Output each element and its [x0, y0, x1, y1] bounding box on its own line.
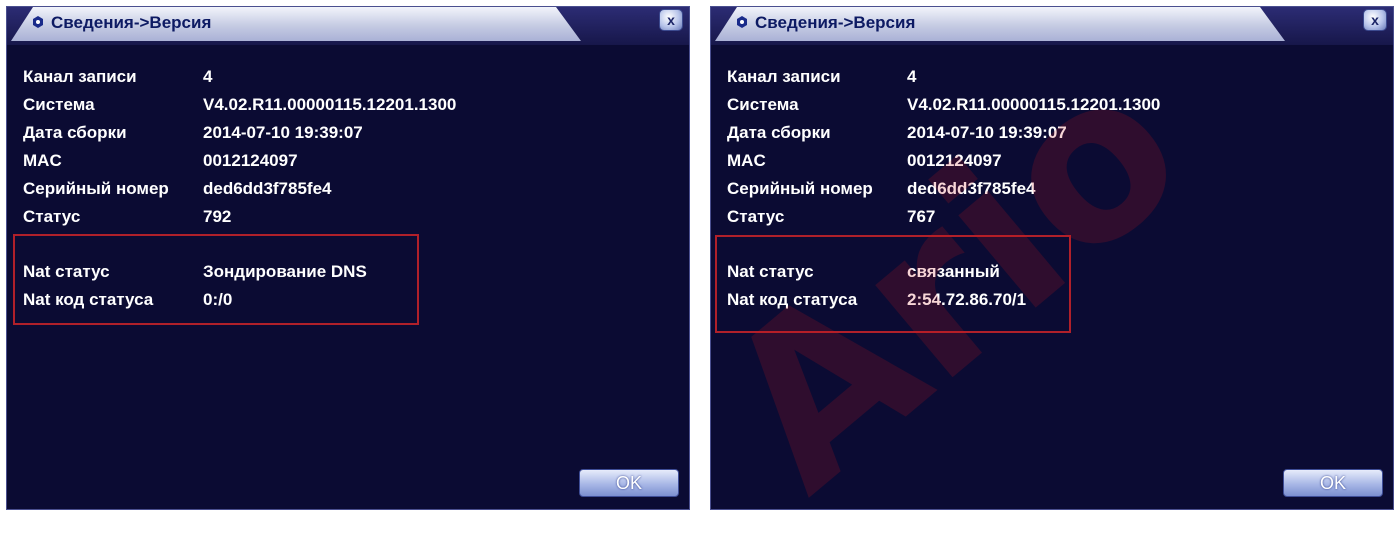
nat-label: Nat код статуса [727, 290, 858, 309]
info-label: Канал записи [23, 67, 137, 86]
info-icon [33, 16, 43, 28]
dialog-title: Сведения->Версия [755, 13, 916, 32]
nat-value: Зондирование DNS [203, 262, 367, 281]
info-label: Серийный номер [727, 179, 873, 198]
version-dialog-left: Сведения->Версия x Канал записи 4 Систем… [6, 6, 690, 510]
title-tab: Сведения->Версия [11, 7, 581, 41]
info-label: Серийный номер [23, 179, 169, 198]
info-label: Система [23, 95, 95, 114]
info-label: Система [727, 95, 799, 114]
dialog-titlebar: Сведения->Версия x [7, 7, 689, 45]
info-label: Канал записи [727, 67, 841, 86]
close-button[interactable]: x [659, 9, 683, 31]
nat-highlight-frame [715, 235, 1071, 333]
info-value: ded6dd3f785fe4 [907, 179, 1036, 198]
ok-button[interactable]: OK [579, 469, 679, 497]
nat-label: Nat код статуса [23, 290, 154, 309]
nat-label: Nat статус [23, 262, 110, 281]
ok-button[interactable]: OK [1283, 469, 1383, 497]
info-value: 2014-07-10 19:39:07 [203, 123, 363, 142]
close-button[interactable]: x [1363, 9, 1387, 31]
info-value: 792 [203, 207, 232, 226]
info-label: MAC [23, 151, 62, 170]
info-value: 767 [907, 207, 936, 226]
info-label: Статус [727, 207, 785, 226]
info-label: MAC [727, 151, 766, 170]
info-value: V4.02.R11.00000115.12201.1300 [203, 95, 457, 114]
info-icon [737, 16, 747, 28]
version-dialog-right: Сведения->Версия x Канал записи 4 Систем… [710, 6, 1394, 510]
info-value: V4.02.R11.00000115.12201.1300 [907, 95, 1161, 114]
nat-value: 0:/0 [203, 290, 233, 309]
title-tab: Сведения->Версия [715, 7, 1285, 41]
info-value: 4 [907, 67, 917, 86]
info-label: Дата сборки [23, 123, 127, 142]
info-value: ded6dd3f785fe4 [203, 179, 332, 198]
nat-label: Nat статус [727, 262, 814, 281]
info-value: 4 [203, 67, 213, 86]
dialog-titlebar: Сведения->Версия x [711, 7, 1393, 45]
info-label: Статус [23, 207, 81, 226]
nat-value: связанный [907, 262, 1000, 281]
info-value: 0012124097 [203, 151, 298, 170]
info-value: 0012124097 [907, 151, 1002, 170]
info-value: 2014-07-10 19:39:07 [907, 123, 1067, 142]
info-label: Дата сборки [727, 123, 831, 142]
dialog-title: Сведения->Версия [51, 13, 212, 32]
nat-value: 2:54.72.86.70/1 [907, 290, 1027, 309]
